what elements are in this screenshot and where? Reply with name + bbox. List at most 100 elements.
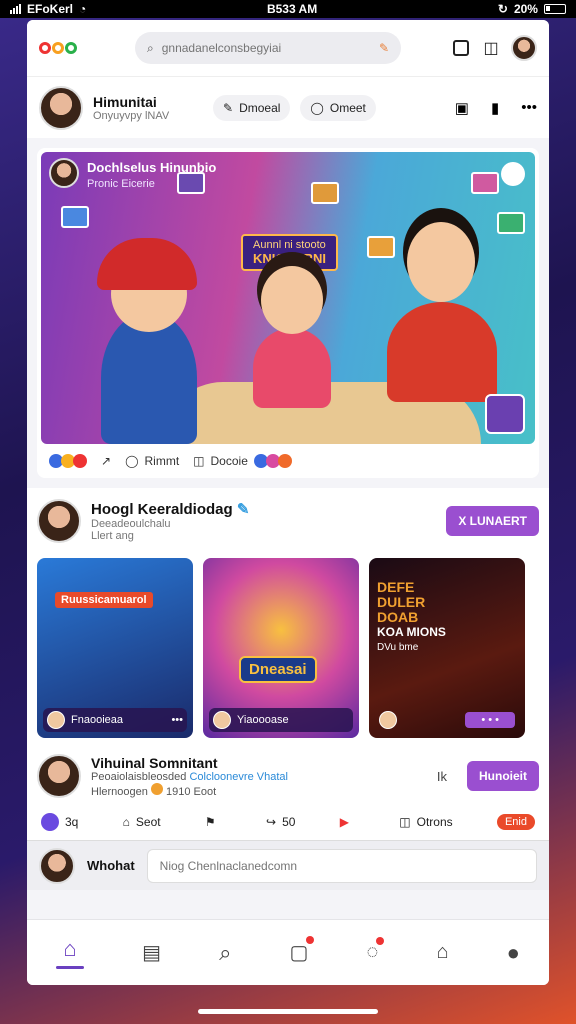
avatar[interactable] — [511, 35, 537, 61]
edit-icon[interactable]: ✎ — [379, 41, 389, 55]
home-indicator[interactable] — [198, 1009, 378, 1014]
notification-dot — [306, 936, 315, 944]
user-name[interactable]: Vihuinal Somnitant — [91, 755, 288, 771]
section-title[interactable]: Hoogl Keeraldiodag — [91, 501, 233, 518]
signal-icon — [10, 4, 21, 14]
avatar — [213, 711, 231, 729]
profile-button-1[interactable]: ✎ Dmoeal — [213, 94, 291, 121]
follow-button[interactable]: X LUNAERT — [446, 506, 539, 536]
profile-subtitle: Onyuyvpy lNAV — [93, 109, 170, 122]
reactions-row: ↗ ◯ Rimmt ◫ Docoie — [41, 444, 535, 468]
forward-icon: ↪ — [266, 815, 277, 829]
user-avatar[interactable] — [37, 754, 81, 798]
post-card: Dochlselus Hinunbio Pronic Eicerie Aunnl… — [37, 148, 539, 478]
square-icon[interactable] — [451, 38, 471, 58]
bookmark-icon[interactable]: ▮ — [491, 99, 499, 117]
tab-search[interactable]: ⌕ — [219, 940, 231, 966]
card-carousel: Ruussicamuarol Fnaooieaa ••• Dneasai Yia… — [37, 558, 539, 738]
message-icon: ◌ — [366, 941, 379, 963]
featured-section: Hoogl Keeraldiodag ✎ Deeadeoulchalu Ller… — [27, 488, 549, 748]
section-avatar[interactable] — [37, 499, 81, 543]
image-icon[interactable]: ▣ — [455, 99, 469, 117]
media-card[interactable]: DEFE DULER DOAB KOA MIONS DVu bme • • • — [369, 558, 525, 738]
floating-card — [367, 236, 395, 258]
comment-avatar[interactable] — [39, 847, 75, 884]
post-author-avatar[interactable] — [49, 158, 79, 188]
battery-icon — [543, 4, 566, 14]
user-line-3: Hlernoogen 1910 Eoot — [91, 782, 288, 798]
comment-button[interactable]: ◫ Docoie — [193, 454, 292, 468]
share-icon[interactable]: ↗ — [101, 454, 111, 468]
floating-card — [177, 172, 205, 194]
avatar — [379, 711, 397, 729]
battery-label: 20% — [513, 2, 538, 16]
tab-home[interactable]: ⌂ — [56, 936, 85, 969]
action-flag[interactable]: ⚑ — [205, 815, 222, 829]
card-caption: • • • — [375, 708, 519, 732]
status-bar: EFoKerl ◔ B533 AM ↻ 20% — [0, 0, 576, 18]
newspaper-icon: ▤ — [142, 942, 162, 964]
post-subtitle: Pronic Eicerie — [87, 178, 155, 190]
search-icon: ⌕ — [219, 939, 232, 965]
profile-name[interactable]: Himunitai — [93, 94, 203, 110]
avatar — [47, 711, 65, 729]
top-bar: ⌕ ✎ ◫ — [27, 20, 549, 76]
action-bar: 3q ⌂ Seot ⚑ ↪ 50 ▶ ◫ Otrons Enid — [27, 804, 549, 840]
action-options[interactable]: ◫ Otrons — [399, 815, 452, 829]
clock: B533 AM — [266, 2, 318, 16]
floating-card — [471, 172, 499, 194]
floating-card — [497, 212, 525, 234]
post-menu-button[interactable] — [501, 162, 525, 186]
media-card[interactable]: Dneasai Yiaoooase — [203, 558, 359, 738]
action-like[interactable]: 3q — [41, 813, 78, 831]
bell-icon: ▢ — [289, 942, 309, 964]
search-icon: ⌕ — [147, 40, 154, 55]
user-row: Vihuinal Somnitant Peoaiolaisbleosded Co… — [27, 748, 549, 804]
section-subtitle-1: Deeadeoulchalu — [91, 518, 171, 530]
comment-icon: ◯ — [310, 100, 324, 115]
retweet-button[interactable]: ◯ Rimmt — [125, 454, 179, 468]
pen-icon: ✎ — [223, 100, 234, 115]
post-image[interactable]: Dochlselus Hinunbio Pronic Eicerie Aunnl… — [41, 152, 535, 444]
action-video[interactable]: ▶ — [340, 815, 355, 829]
child-face — [261, 266, 323, 334]
profile-button-2[interactable]: ◯ Omeet — [300, 94, 376, 121]
user-line-2: Peoaiolaisbleosded Colcloonevre Vhatal — [91, 770, 288, 783]
tab-community[interactable]: ⌂ — [436, 941, 448, 964]
child-face — [407, 222, 475, 302]
flag-icon: ⚑ — [204, 815, 216, 829]
more-icon[interactable]: ••• — [521, 99, 537, 117]
app-window: ⌕ ✎ ◫ Himunitai Onyuyvpy lNAV ✎ Dmoeal ◯… — [27, 20, 549, 985]
action-save[interactable]: ⌂ Seot — [123, 815, 161, 829]
profile-row: Himunitai Onyuyvpy lNAV ✎ Dmoeal ◯ Omeet… — [27, 76, 549, 138]
house-icon: ⌂ — [122, 815, 130, 829]
comment-input[interactable] — [146, 848, 537, 883]
card-caption: Fnaooieaa ••• — [43, 708, 187, 732]
card-caption: Yiaoooase — [209, 708, 353, 732]
floating-card — [311, 182, 339, 204]
corner-thumbnail[interactable] — [485, 394, 525, 434]
video-icon: ▶ — [339, 815, 349, 829]
profile-avatar[interactable] — [39, 85, 83, 130]
red-hat — [97, 238, 197, 290]
user-follow-button[interactable]: Hunoieit — [467, 761, 539, 791]
tab-profile[interactable]: ● — [507, 940, 520, 966]
reactions[interactable] — [49, 454, 87, 468]
alarm-icon: ↻ — [497, 2, 508, 16]
search-input[interactable] — [161, 41, 371, 55]
action-forward[interactable]: ↪ 50 — [266, 815, 295, 829]
tab-notifications[interactable]: ▢ — [289, 936, 315, 965]
wifi-icon: ◔ — [79, 2, 87, 16]
logo-icon[interactable] — [39, 42, 77, 54]
tab-news[interactable]: ▤ — [142, 940, 161, 965]
chat-icon[interactable]: ◫ — [481, 38, 501, 58]
user-side-icons[interactable]: Ik — [437, 769, 447, 784]
media-card[interactable]: Ruussicamuarol Fnaooieaa ••• — [37, 558, 193, 738]
comment-icon: ◯ — [125, 454, 139, 468]
action-badge[interactable]: Enid — [496, 814, 535, 830]
comment-bar: Whohat — [27, 840, 549, 890]
community-icon: ⌂ — [436, 941, 449, 963]
search-bar[interactable]: ⌕ ✎ — [135, 32, 401, 64]
comment-user: Whohat — [87, 858, 135, 873]
tab-messages[interactable]: ◌ — [366, 937, 385, 964]
